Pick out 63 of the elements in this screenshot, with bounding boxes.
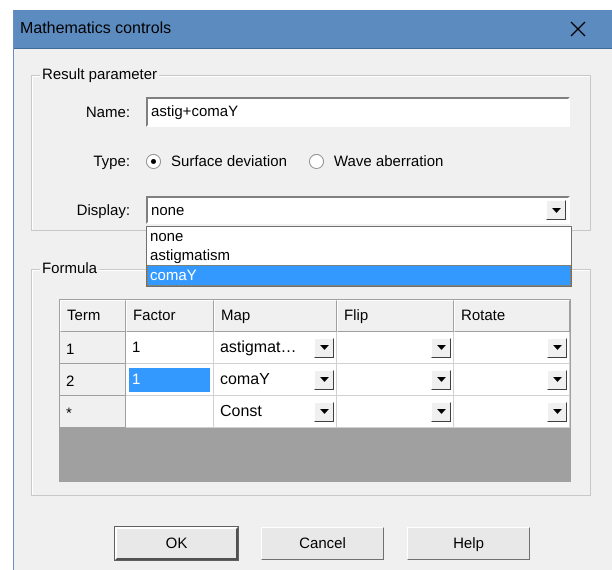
display-dropdown[interactable]: none	[146, 196, 570, 224]
table-cell[interactable]	[337, 332, 454, 364]
cell-dropdown[interactable]: astigmat…	[220, 338, 296, 356]
table-cell[interactable]	[337, 364, 454, 396]
column-header: Map	[214, 300, 337, 332]
table-cell[interactable]	[454, 364, 570, 396]
row-header: 1	[60, 332, 126, 364]
row-header: 2	[60, 364, 126, 396]
radio-option[interactable]: Surface deviation	[146, 152, 287, 170]
caret-icon	[436, 409, 446, 414]
table-cell[interactable]	[126, 396, 214, 428]
dropdown-button[interactable]	[314, 402, 334, 422]
dropdown-button[interactable]	[547, 370, 567, 390]
radio-label: Wave aberration	[334, 152, 444, 170]
window-title: Mathematics controls	[20, 20, 172, 38]
dropdown-value: none	[151, 202, 184, 218]
radio-icon[interactable]	[146, 154, 161, 168]
dialog-button[interactable]: Help	[407, 527, 530, 560]
caret-icon	[552, 377, 562, 382]
caret-icon	[320, 377, 328, 382]
dropdown-button[interactable]	[431, 402, 451, 422]
dropdown-button[interactable]	[546, 200, 566, 220]
row-header: *	[60, 396, 126, 428]
caret-icon	[436, 345, 446, 350]
dropdown-item[interactable]: none	[147, 227, 571, 246]
table-cell[interactable]	[337, 396, 454, 428]
caret-icon	[320, 345, 328, 350]
field-label: Type:	[92, 152, 130, 170]
table-cell[interactable]: astigmat…	[214, 332, 337, 364]
cell-dropdown[interactable]: Const	[220, 402, 262, 420]
table-cell[interactable]: 1	[126, 332, 214, 364]
column-header: Flip	[337, 300, 454, 332]
caret-icon	[436, 377, 446, 382]
radio-option[interactable]: Wave aberration	[308, 152, 444, 170]
caret-icon	[320, 409, 328, 414]
cell-dropdown[interactable]: comaY	[220, 370, 270, 388]
column-header: Factor	[126, 300, 214, 332]
dropdown-button[interactable]	[431, 338, 451, 358]
dropdown-button[interactable]	[314, 338, 334, 358]
name-field[interactable]: astig+comaY	[146, 97, 570, 127]
table-cell[interactable]	[454, 332, 570, 364]
column-header: Term	[60, 300, 126, 332]
table-cell[interactable]: Const	[214, 396, 337, 428]
radio-icon[interactable]	[308, 154, 324, 168]
field-label: Name:	[84, 104, 130, 120]
dropdown-button[interactable]	[314, 370, 334, 390]
factor-value[interactable]: 1	[129, 336, 210, 360]
caret-icon	[552, 409, 562, 414]
dialog-button[interactable]: Cancel	[261, 527, 384, 560]
dropdown-item[interactable]: astigmatism	[147, 246, 571, 265]
table-cell[interactable]	[454, 396, 570, 428]
group-title: Result parameter	[40, 66, 160, 84]
column-header: Rotate	[454, 300, 570, 332]
dropdown-button[interactable]	[547, 402, 567, 422]
field-label: Display:	[76, 202, 130, 218]
caret-icon	[552, 345, 562, 350]
dropdown-button[interactable]	[431, 370, 451, 390]
dialog-button[interactable]: OK	[115, 527, 238, 560]
radio-label: Surface deviation	[171, 152, 287, 170]
table-cell[interactable]: comaY	[214, 364, 337, 396]
dropdown-button[interactable]	[547, 338, 567, 358]
caret-icon	[552, 208, 560, 212]
close-icon[interactable]	[570, 21, 586, 37]
